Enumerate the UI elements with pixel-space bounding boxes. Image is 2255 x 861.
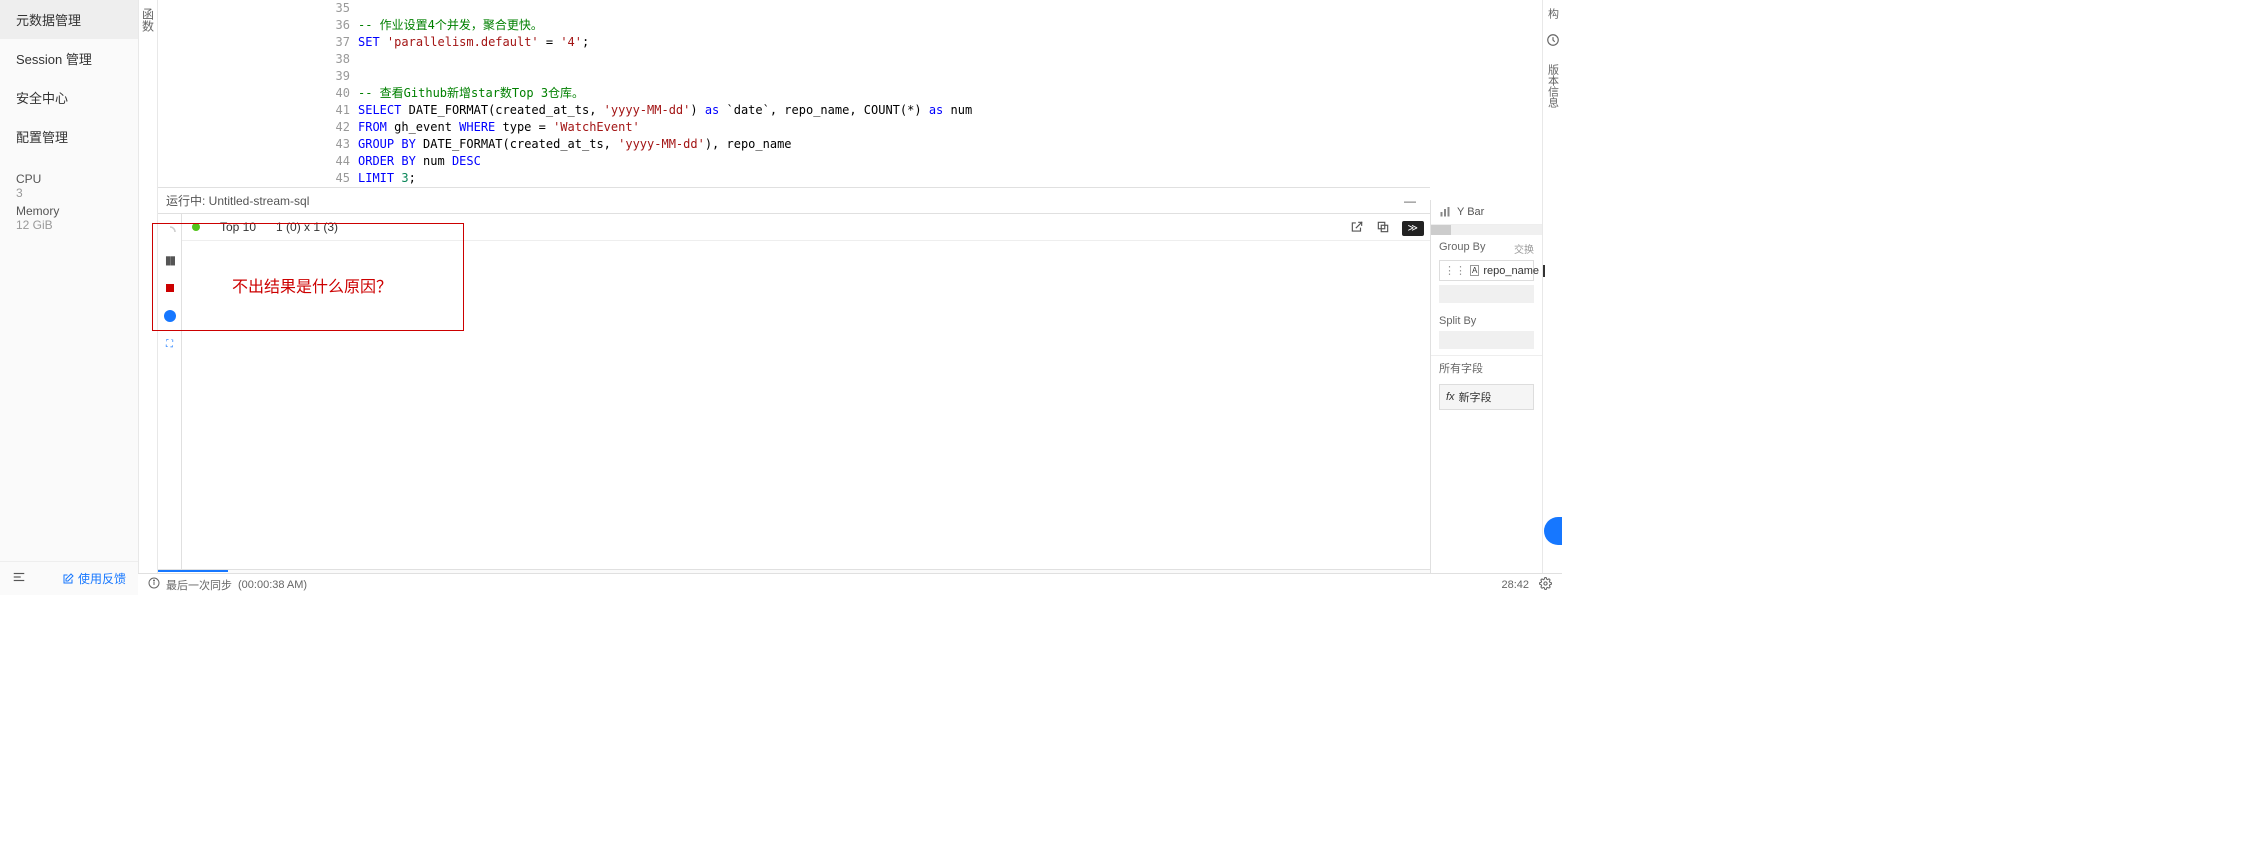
bar-chart-icon xyxy=(1439,206,1451,218)
open-external-icon[interactable] xyxy=(1350,220,1364,237)
swap-button[interactable]: 交换 xyxy=(1514,241,1534,256)
all-fields-label: 所有字段 xyxy=(1431,355,1542,380)
clock-value: 28:42 xyxy=(1501,579,1529,591)
line-gutter: 3536373839404142434445 xyxy=(328,0,358,187)
fullscreen-icon[interactable]: ⛶ xyxy=(162,336,178,352)
field-dropzone[interactable] xyxy=(1439,285,1534,303)
results-content: Top 10 1 (0) x 1 (3) ≫ 不出结果是什么原因？ xyxy=(182,214,1430,569)
sidebar: 元数据管理 Session 管理 安全中心 配置管理 CPU 3 Memory … xyxy=(0,0,138,595)
group-by-label: Group By xyxy=(1439,241,1485,256)
results-header: Top 10 1 (0) x 1 (3) ≫ xyxy=(182,214,1430,241)
structure-tab[interactable]: 构 xyxy=(1543,0,1563,27)
chart-type-label: Y Bar xyxy=(1457,206,1484,218)
status-bar: 最后一次同步 (00:00:38 AM) 28:42 xyxy=(138,573,1562,595)
resource-stats: CPU 3 Memory 12 GiB xyxy=(0,160,138,240)
info-icon[interactable] xyxy=(148,577,160,592)
functions-tab[interactable]: 函数 xyxy=(140,8,157,32)
gauge-icon[interactable] xyxy=(162,308,178,324)
group-by-field[interactable]: ⋮⋮ A repo_name xyxy=(1439,260,1534,281)
new-field-label: 新字段 xyxy=(1459,389,1492,405)
sync-time: (00:00:38 AM) xyxy=(238,579,307,591)
results-toolbar: ▮▮ ⛶ xyxy=(158,214,182,569)
horizontal-scrollbar[interactable] xyxy=(1431,225,1542,235)
result-dimensions: 1 (0) x 1 (3) xyxy=(276,220,338,234)
settings-icon[interactable] xyxy=(1539,577,1552,593)
minimize-results-icon[interactable]: — xyxy=(1398,194,1422,208)
chart-type-selector[interactable]: Y Bar xyxy=(1431,200,1542,225)
group-by-field-name: repo_name xyxy=(1483,265,1539,277)
nav-session[interactable]: Session 管理 xyxy=(0,39,138,78)
split-by-label: Split By xyxy=(1439,315,1476,327)
more-actions-button[interactable]: ≫ xyxy=(1402,221,1424,236)
status-dot-icon xyxy=(192,223,200,231)
function-icon: fx xyxy=(1446,391,1455,403)
main-area: 3536373839404142434445 -- 作业设置4个并发，聚合更快。… xyxy=(158,0,1430,595)
nav-security[interactable]: 安全中心 xyxy=(0,78,138,117)
collapse-sidebar-icon[interactable] xyxy=(12,570,26,587)
new-field-button[interactable]: fx 新字段 xyxy=(1439,384,1534,410)
results-body: 不出结果是什么原因？ xyxy=(182,241,1430,569)
feedback-label: 使用反馈 xyxy=(78,570,126,587)
code-editor[interactable]: 3536373839404142434445 -- 作业设置4个并发，聚合更快。… xyxy=(158,0,1430,187)
nav-config[interactable]: 配置管理 xyxy=(0,117,138,156)
copy-icon[interactable] xyxy=(1376,220,1390,237)
cpu-value: 3 xyxy=(16,186,122,200)
feedback-link[interactable]: 使用反馈 xyxy=(62,570,126,587)
run-status-text: 运行中: Untitled-stream-sql xyxy=(166,192,309,209)
memory-value: 12 GiB xyxy=(16,218,122,232)
result-title: Top 10 xyxy=(220,220,256,234)
annotation-text: 不出结果是什么原因？ xyxy=(232,273,392,297)
nav-metadata[interactable]: 元数据管理 xyxy=(0,0,138,39)
right-tool-strip: 构 版本信息 xyxy=(1542,0,1562,595)
pause-button[interactable]: ▮▮ xyxy=(162,252,178,268)
results-panel: ▮▮ ⛶ Top 10 1 (0) x 1 (3) xyxy=(158,213,1430,569)
chart-config-panel: Y Bar Group By 交换 ⋮⋮ A repo_name Split B… xyxy=(1430,200,1542,595)
left-tool-strip: 函数 xyxy=(138,0,158,595)
history-icon[interactable] xyxy=(1544,27,1562,56)
sync-label: 最后一次同步 xyxy=(166,577,232,593)
spinner-icon xyxy=(162,224,178,240)
code-content[interactable]: -- 作业设置4个并发，聚合更快。SET 'parallelism.defaul… xyxy=(358,0,972,187)
cpu-label: CPU xyxy=(16,172,122,186)
drag-handle-icon[interactable]: ⋮⋮ xyxy=(1444,264,1466,277)
version-info-tab[interactable]: 版本信息 xyxy=(1543,56,1563,116)
stop-button[interactable] xyxy=(162,280,178,296)
memory-label: Memory xyxy=(16,204,122,218)
run-status-bar: 运行中: Untitled-stream-sql — xyxy=(158,187,1430,213)
text-type-icon: A xyxy=(1470,265,1479,276)
split-by-dropzone[interactable] xyxy=(1439,331,1534,349)
